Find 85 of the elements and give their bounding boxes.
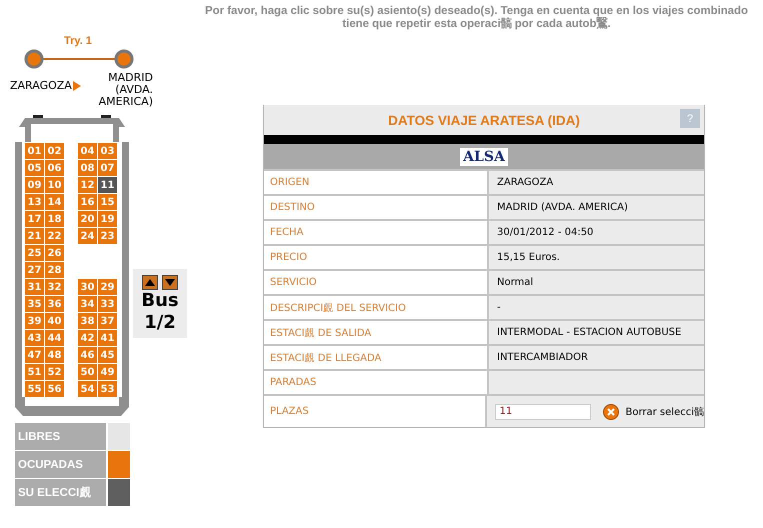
seat[interactable]: 23 [98,228,117,244]
operator-logo: ALSA [460,148,508,166]
seat[interactable]: 34 [78,296,97,312]
seat[interactable]: 21 [25,228,44,244]
seat[interactable]: 06 [45,160,64,176]
field-value: ZARAGOZA [497,177,554,188]
seat[interactable]: 39 [25,313,44,329]
seat[interactable]: 25 [25,245,44,261]
seat[interactable]: 48 [45,347,64,363]
seat[interactable]: 54 [78,381,97,397]
legend-label: SU ELECCI覰 [15,479,106,506]
seat[interactable]: 12 [78,177,97,193]
field-value: 30/01/2012 - 04:50 [497,227,594,238]
seat[interactable]: 15 [98,194,117,210]
seat[interactable]: 42 [78,330,97,346]
seat[interactable]: 30 [78,279,97,295]
legend-label: LIBRES [15,423,106,450]
destination-label: MADRID (AVDA. AMERICA) [98,72,153,108]
seat[interactable]: 18 [45,211,64,227]
origin-label: ZARAGOZA [10,79,72,92]
field-value: INTERCAMBIADOR [497,352,588,363]
seat[interactable]: 38 [78,313,97,329]
seat[interactable]: 43 [25,330,44,346]
seat[interactable]: 20 [78,211,97,227]
seat[interactable]: 16 [78,194,97,210]
field-value: 15,15 Euros. [497,252,560,263]
down-arrow-button[interactable] [162,275,178,290]
seat[interactable]: 11 [98,177,117,193]
seat[interactable]: 14 [45,194,64,210]
instruction-text: Por favor, haga clic sobre su(s) asiento(s) deseado(s). Tenga en cuenta que en los viajes combinado [204,5,749,17]
seat[interactable]: 02 [45,143,64,159]
seat[interactable]: 05 [25,160,44,176]
seat[interactable]: 55 [25,381,44,397]
seat[interactable]: 17 [25,211,44,227]
seat[interactable]: 28 [45,262,64,278]
clear-selection-button[interactable]: Borrar selecci髇 [597,404,704,420]
instruction-text: tiene que repetir esta operaci髇 por cada autob鷖. [341,18,612,31]
seat[interactable]: 53 [98,381,117,397]
seat[interactable]: 29 [98,279,117,295]
close-icon [603,404,620,420]
seat[interactable]: 10 [45,177,64,193]
leg-label: Try. 1 [64,35,92,47]
seat[interactable]: 37 [98,313,117,329]
seat[interactable]: 13 [25,194,44,210]
seat[interactable]: 09 [25,177,44,193]
seat[interactable]: 46 [78,347,97,363]
seat[interactable]: 01 [25,143,44,159]
field-value: INTERMODAL - ESTACION AUTOBUSE [497,327,682,338]
seat[interactable]: 31 [25,279,44,295]
seats-field[interactable]: 11 [495,404,592,420]
triangle-icon [72,80,81,90]
bus-label: Bus [141,290,179,312]
seat[interactable]: 22 [45,228,64,244]
up-triangle-icon [145,279,155,286]
seat[interactable]: 35 [25,296,44,312]
seat[interactable]: 47 [25,347,44,363]
help-button[interactable]: ? [680,109,700,128]
seat[interactable]: 41 [98,330,117,346]
seat[interactable]: 07 [98,160,117,176]
bus-page-label: 1/2 [144,312,176,334]
seat[interactable]: 36 [45,296,64,312]
seat[interactable]: 44 [45,330,64,346]
seat[interactable]: 52 [45,364,64,380]
seat[interactable]: 27 [25,262,44,278]
seat[interactable]: 50 [78,364,97,380]
seat[interactable]: 08 [78,160,97,176]
seat[interactable]: 56 [45,381,64,397]
legend-label: OCUPADAS [15,451,106,478]
seat[interactable]: 24 [78,228,97,244]
field-value: Normal [497,277,534,288]
panel-title: DATOS VIAJE ARATESA (IDA) [388,112,580,128]
seat[interactable]: 32 [45,279,64,295]
field-value: MADRID (AVDA. AMERICA) [497,202,628,213]
seat[interactable]: 40 [45,313,64,329]
field-value: - [497,302,501,313]
seat[interactable]: 26 [45,245,64,261]
seat[interactable]: 19 [98,211,117,227]
up-arrow-button[interactable] [142,275,158,290]
seat[interactable]: 51 [25,364,44,380]
seat[interactable]: 04 [78,143,97,159]
seat[interactable]: 03 [98,143,117,159]
seat[interactable]: 33 [98,296,117,312]
seat[interactable]: 49 [98,364,117,380]
down-triangle-icon [165,279,175,286]
seat[interactable]: 45 [98,347,117,363]
